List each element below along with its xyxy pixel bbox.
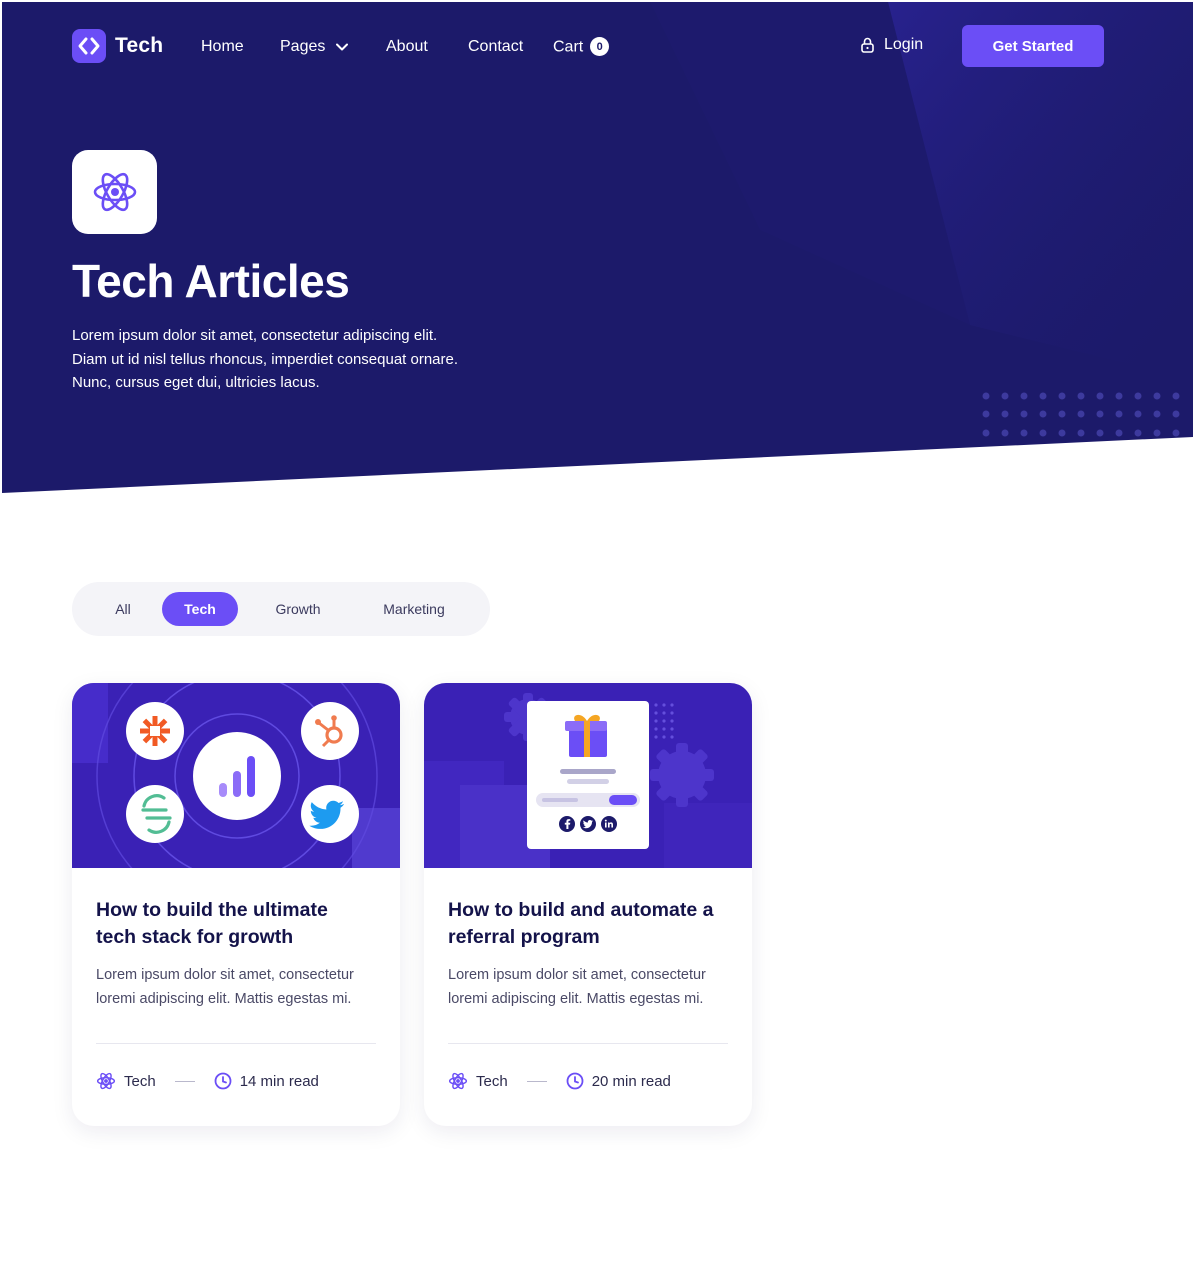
article-excerpt-line: loremi adipiscing elit. Mattis egestas m…	[96, 990, 352, 1007]
article-title-line: tech stack for growth	[96, 926, 294, 948]
article-category: Tech	[448, 1071, 508, 1091]
article-meta: Tech 20 min read	[448, 1071, 671, 1091]
zapier-icon	[126, 702, 184, 760]
facebook-icon	[559, 816, 575, 832]
hubspot-icon	[301, 702, 359, 760]
article-excerpt-line: Lorem ipsum dolor sit amet, consectetur	[448, 967, 706, 983]
category-filter-tabs: All Tech Growth Marketing	[72, 582, 490, 636]
card-divider	[96, 1043, 376, 1044]
segment-icon	[126, 785, 184, 843]
article-excerpt: Lorem ipsum dolor sit amet, consectetur …	[448, 964, 738, 1011]
card-divider	[448, 1043, 728, 1044]
brand-name: Tech	[115, 34, 164, 57]
nav-link-cart-label: Cart	[553, 38, 584, 56]
hero-section: Tech Home Pages About Contact Cart 0 Logi…	[0, 0, 1193, 495]
brand-logo[interactable]: Tech	[72, 29, 163, 63]
tab-tech[interactable]: Tech	[162, 592, 238, 626]
article-category-label: Tech	[476, 1072, 508, 1090]
twitter-icon	[301, 785, 359, 843]
article-read-time: 20 min read	[566, 1072, 671, 1090]
article-title-line: How to build and automate a	[448, 899, 714, 921]
nav-link-about[interactable]: About	[386, 38, 428, 56]
tab-growth[interactable]: Growth	[258, 592, 338, 626]
linkedin-icon	[601, 816, 617, 832]
twitter-icon	[580, 816, 596, 832]
page-title: Tech Articles	[72, 255, 350, 307]
article-title: How to build and automate a referral pro…	[448, 897, 738, 951]
cart-count-badge: 0	[590, 37, 610, 56]
article-meta: Tech 14 min read	[96, 1071, 319, 1091]
atom-icon	[72, 150, 157, 234]
article-title-line: How to build the ultimate	[96, 899, 328, 921]
atom-icon	[448, 1072, 468, 1090]
clock-icon	[566, 1072, 584, 1090]
article-title-line: referral program	[448, 926, 600, 948]
gear-icon	[650, 743, 714, 807]
clock-icon	[214, 1072, 232, 1090]
article-image-tech-stack	[72, 683, 400, 868]
article-read-time: 14 min read	[214, 1072, 319, 1090]
bar-chart-icon	[193, 732, 281, 820]
nav-link-pages[interactable]: Pages	[280, 38, 348, 56]
article-read-time-label: 20 min read	[591, 1072, 671, 1090]
login-link[interactable]: Login	[860, 36, 923, 54]
get-started-button[interactable]: Get Started	[962, 25, 1104, 67]
article-card[interactable]: How to build and automate a referral pro…	[424, 683, 752, 1126]
article-category: Tech	[96, 1071, 156, 1091]
article-read-time-label: 14 min read	[239, 1072, 319, 1090]
article-title: How to build the ultimate tech stack for…	[96, 897, 386, 951]
article-excerpt-line: Lorem ipsum dolor sit amet, consectetur	[96, 967, 354, 983]
atom-icon	[96, 1072, 116, 1090]
top-navigation: Tech Home Pages About Contact Cart 0 Logi…	[0, 0, 1193, 95]
hero-description-line: Nunc, cursus eget dui, ultricies lacus.	[72, 374, 320, 391]
meta-separator	[174, 1080, 195, 1082]
code-brackets-icon	[72, 29, 106, 63]
article-card[interactable]: How to build the ultimate tech stack for…	[72, 683, 400, 1126]
tab-marketing[interactable]: Marketing	[366, 592, 462, 626]
hero-description: Lorem ipsum dolor sit amet, consectetur …	[72, 324, 492, 395]
hero-description-line: Diam ut id nisl tellus rhoncus, imperdie…	[72, 350, 459, 368]
article-excerpt-line: loremi adipiscing elit. Mattis egestas m…	[448, 990, 704, 1007]
login-label: Login	[884, 36, 924, 53]
hero-description-line: Lorem ipsum dolor sit amet, consectetur …	[72, 327, 438, 344]
nav-link-home[interactable]: Home	[201, 38, 244, 56]
tab-all[interactable]: All	[100, 592, 146, 626]
article-category-label: Tech	[124, 1072, 156, 1090]
meta-separator	[526, 1080, 547, 1082]
nav-link-contact[interactable]: Contact	[468, 38, 523, 56]
nav-link-cart[interactable]: Cart 0	[553, 37, 610, 57]
chevron-down-icon	[335, 43, 348, 51]
lock-icon	[861, 37, 874, 53]
article-image-referral	[424, 683, 752, 868]
article-excerpt: Lorem ipsum dolor sit amet, consectetur …	[96, 964, 386, 1011]
nav-link-pages-label: Pages	[280, 38, 326, 55]
gift-icon	[565, 714, 607, 757]
